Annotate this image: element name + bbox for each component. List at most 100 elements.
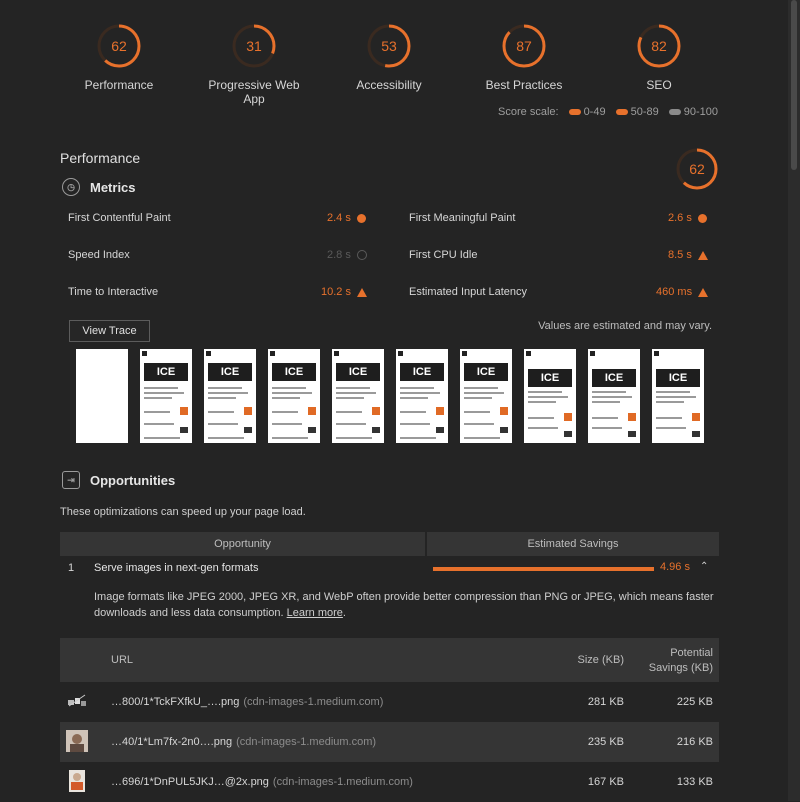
- scrollbar[interactable]: [788, 0, 800, 801]
- metrics-heading: ◷ Metrics: [62, 178, 136, 196]
- gauge-ring: 87: [502, 24, 546, 68]
- average-dot-icon: [697, 213, 707, 223]
- filmstrip-frame: ICE: [524, 349, 576, 443]
- filmstrip-frame: ICE: [204, 349, 256, 443]
- ice-logo: ICE: [528, 369, 572, 387]
- opportunity-icon: ⇥: [62, 471, 80, 489]
- gauge-ring: 62: [97, 24, 141, 68]
- opportunity-desc-text: Image formats like JPEG 2000, JPEG XR, a…: [94, 591, 714, 619]
- metric-tti-value: 10.2 s: [321, 286, 367, 298]
- ice-logo: ICE: [656, 369, 700, 387]
- gauge-score: 82: [651, 38, 667, 54]
- filmstrip-frame: ICE: [460, 349, 512, 443]
- score-scale-label: Score scale:: [498, 106, 559, 118]
- metric-tti-label: Time to Interactive: [68, 286, 159, 298]
- metric-si-value: 2.8 s: [327, 249, 367, 261]
- ice-logo: ICE: [592, 369, 636, 387]
- warning-triangle-icon: [697, 250, 708, 260]
- table-row[interactable]: …800/1*TckFXfkU_….png (cdn-images-1.mediu…: [60, 682, 719, 722]
- gauge-score: 62: [111, 38, 127, 54]
- col-size: Size (KB): [577, 654, 624, 666]
- gauge-score: 87: [516, 38, 532, 54]
- ice-logo: ICE: [144, 363, 188, 381]
- row-url[interactable]: …696/1*DnPUL5JKJ…@2x.png (cdn-images-1.me…: [111, 776, 413, 788]
- warning-triangle-icon: [698, 287, 709, 297]
- row-url[interactable]: …40/1*Lm7fx-2n0….png (cdn-images-1.medium…: [111, 736, 376, 748]
- filmstrip-frame: ICE: [588, 349, 640, 443]
- ice-logo: ICE: [272, 363, 316, 381]
- view-trace-button[interactable]: View Trace: [69, 320, 150, 342]
- metric-cpu-idle-label: First CPU Idle: [409, 249, 478, 261]
- scrollbar-thumb[interactable]: [791, 0, 797, 170]
- metric-eil-label: Estimated Input Latency: [409, 286, 528, 298]
- pill-icon: [568, 109, 581, 116]
- metric-cpu-idle-value: 8.5 s: [668, 249, 708, 261]
- col-url: URL: [111, 654, 134, 666]
- pill-icon: [615, 109, 628, 116]
- opportunity-savings: 4.96 s: [660, 561, 690, 573]
- col-estimated-savings: Estimated Savings: [427, 532, 719, 556]
- row-savings: 133 KB: [676, 776, 713, 788]
- category-gauges: 62 Performance 31 Progressive Web App 53…: [60, 22, 720, 106]
- pill-icon: [668, 109, 681, 116]
- gauge-performance[interactable]: 62 Performance: [64, 22, 174, 92]
- row-savings: 216 KB: [676, 736, 713, 748]
- table-row[interactable]: …40/1*Lm7fx-2n0….png (cdn-images-1.medium…: [60, 722, 719, 762]
- gauge-best-practices[interactable]: 87 Best Practices: [469, 22, 579, 92]
- ice-logo: ICE: [464, 363, 508, 381]
- performance-score-gauge: 62: [674, 146, 720, 195]
- section-title-performance: Performance: [60, 150, 141, 166]
- opportunities-description: These optimizations can speed up your pa…: [60, 506, 306, 518]
- gauge-pwa[interactable]: 31 Progressive Web App: [199, 22, 309, 106]
- score-scale: Score scale: 0-49 50-89 90-100: [498, 106, 718, 118]
- metrics-title: Metrics: [90, 179, 136, 195]
- filmstrip-frame: ICE: [332, 349, 384, 443]
- average-dot-icon: [356, 213, 366, 223]
- filmstrip-frame: ICE: [140, 349, 192, 443]
- filmstrip-frame-blank: [76, 349, 128, 443]
- gauge-label: Performance: [84, 78, 154, 92]
- scale-average: 50-89: [615, 106, 659, 118]
- col-opportunity: Opportunity: [60, 532, 425, 556]
- row-size: 167 KB: [587, 776, 624, 788]
- gauge-ring: 31: [232, 24, 276, 68]
- gauge-label: SEO: [646, 78, 672, 92]
- opportunity-row[interactable]: 1 Serve images in next-gen formats 4.96 …: [60, 558, 719, 580]
- details-table-header: URL Size (KB) Potential Savings (KB): [60, 638, 719, 682]
- metric-fcp-label: First Contentful Paint: [68, 212, 171, 224]
- gauge-ring: 82: [637, 24, 681, 68]
- gauge-seo[interactable]: 82 SEO: [604, 22, 714, 92]
- row-size: 281 KB: [587, 696, 624, 708]
- col-potential-savings: Potential Savings (KB): [648, 647, 713, 674]
- scale-pass: 90-100: [668, 106, 718, 118]
- pass-dot-icon: [356, 250, 367, 260]
- savings-bar: [433, 567, 654, 571]
- ice-logo: ICE: [208, 363, 252, 381]
- chevron-up-icon[interactable]: ⌃: [700, 561, 708, 572]
- stopwatch-icon: ◷: [62, 178, 80, 196]
- metric-fcp-value: 2.4 s: [327, 212, 366, 224]
- gauge-score: 62: [689, 161, 705, 177]
- opportunity-title: Serve images in next-gen formats: [94, 562, 259, 574]
- table-row[interactable]: …696/1*DnPUL5JKJ…@2x.png (cdn-images-1.me…: [60, 762, 719, 802]
- gauge-ring: 62: [676, 148, 718, 190]
- scale-fail: 0-49: [568, 106, 606, 118]
- learn-more-link[interactable]: Learn more: [287, 607, 343, 619]
- metric-fmp-label: First Meaningful Paint: [409, 212, 516, 224]
- filmstrip-frame: ICE: [268, 349, 320, 443]
- row-url[interactable]: …800/1*TckFXfkU_….png (cdn-images-1.mediu…: [111, 696, 383, 708]
- opportunity-table-header: Opportunity Estimated Savings: [60, 532, 719, 556]
- filmstrip-frame: ICE: [652, 349, 704, 443]
- gauge-label: Accessibility: [356, 78, 422, 92]
- image-thumbnail-icon: [66, 730, 88, 752]
- opportunity-index: 1: [68, 562, 75, 574]
- row-savings: 225 KB: [676, 696, 713, 708]
- gauge-accessibility[interactable]: 53 Accessibility: [334, 22, 444, 92]
- metric-fmp-value: 2.6 s: [668, 212, 707, 224]
- image-thumbnail-icon: [69, 770, 85, 792]
- estimated-note: Values are estimated and may vary.: [538, 320, 712, 332]
- image-thumbnail-icon: [68, 694, 86, 707]
- ice-logo: ICE: [336, 363, 380, 381]
- opportunities-heading: ⇥ Opportunities: [62, 471, 175, 489]
- gauge-ring: 53: [367, 24, 411, 68]
